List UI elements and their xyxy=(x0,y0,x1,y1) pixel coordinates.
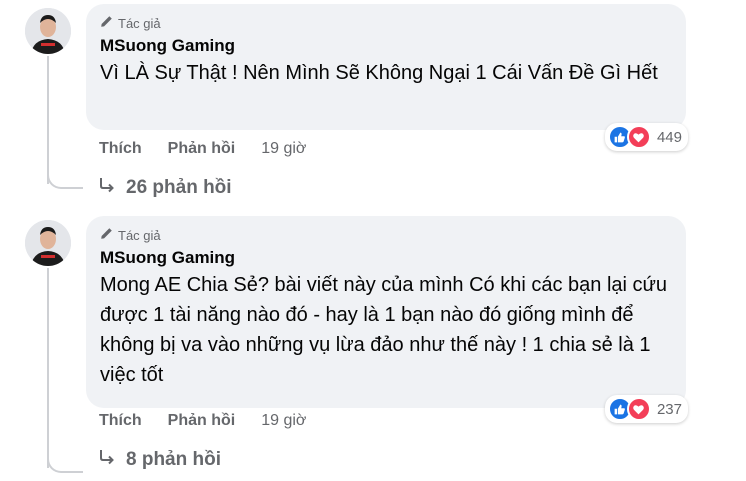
pen-icon xyxy=(100,227,113,243)
love-icon xyxy=(626,397,651,421)
comment-actions: Thích Phản hồi 19 giờ xyxy=(99,412,306,430)
replies-count-label: 8 phản hồi xyxy=(126,449,221,470)
reactions-summary[interactable]: 237 xyxy=(604,395,688,423)
reaction-count: 237 xyxy=(656,400,682,418)
comment-bubble: Tác giả MSuong Gaming Vì LÀ Sự Thật ! Nê… xyxy=(86,4,686,130)
reply-arrow-icon xyxy=(98,176,116,200)
reply-button[interactable]: Phản hồi xyxy=(168,412,236,430)
view-replies-button[interactable]: 8 phản hồi xyxy=(98,448,221,472)
reactions-summary[interactable]: 449 xyxy=(604,123,688,151)
comment-timestamp[interactable]: 19 giờ xyxy=(261,412,306,430)
reply-button[interactable]: Phản hồi xyxy=(168,140,236,158)
reply-arrow-icon xyxy=(98,448,116,472)
author-name[interactable]: MSuong Gaming xyxy=(100,36,672,56)
thread-connector xyxy=(47,455,83,473)
author-badge-label: Tác giả xyxy=(118,227,161,243)
thread-line xyxy=(47,268,49,468)
author-badge: Tác giả xyxy=(100,226,672,244)
like-button[interactable]: Thích xyxy=(99,412,142,430)
thread-line xyxy=(47,56,49,184)
view-replies-button[interactable]: 26 phản hồi xyxy=(98,176,232,200)
comment: Tác giả MSuong Gaming Vì LÀ Sự Thật ! Nê… xyxy=(0,0,746,210)
author-badge: Tác giả xyxy=(100,14,672,32)
comment-text: Vì LÀ Sự Thật ! Nên Mình Sẽ Không Ngại 1… xyxy=(100,62,658,84)
like-button[interactable]: Thích xyxy=(99,140,142,158)
author-name[interactable]: MSuong Gaming xyxy=(100,248,672,268)
reaction-count: 449 xyxy=(656,128,682,146)
thread-connector xyxy=(47,171,83,189)
comment-timestamp[interactable]: 19 giờ xyxy=(261,140,306,158)
avatar[interactable] xyxy=(25,8,71,54)
avatar[interactable] xyxy=(25,220,71,266)
comment-bubble: Tác giả MSuong Gaming Mong AE Chia Sẻ? b… xyxy=(86,216,686,408)
comment-actions: Thích Phản hồi 19 giờ xyxy=(99,140,306,158)
love-icon xyxy=(626,125,651,149)
author-badge-label: Tác giả xyxy=(118,15,161,31)
replies-count-label: 26 phản hồi xyxy=(126,177,232,198)
comment: Tác giả MSuong Gaming Mong AE Chia Sẻ? b… xyxy=(0,212,746,481)
comment-text: Mong AE Chia Sẻ? bài viết này của mình C… xyxy=(100,274,668,386)
pen-icon xyxy=(100,15,113,31)
